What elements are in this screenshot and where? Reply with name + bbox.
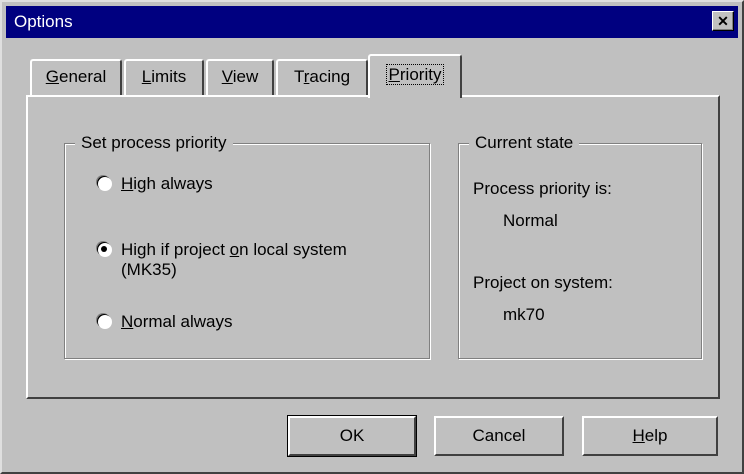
- priority-group: Set process priority High always High if…: [64, 132, 430, 359]
- tab-priority[interactable]: Priority: [368, 54, 462, 98]
- close-icon[interactable]: ✕: [712, 11, 734, 31]
- radio-high-always-label: High always: [121, 174, 213, 194]
- tab-general-label: General: [46, 67, 107, 86]
- radio-high-if-local-system: (MK35): [121, 260, 177, 279]
- priority-group-legend: Set process priority: [75, 132, 233, 154]
- tab-view-accel: V: [221, 67, 233, 86]
- radio-normal-always-accel: N: [121, 312, 134, 331]
- tab-priority-accel: P: [388, 65, 400, 84]
- tab-priority-label: Priority: [385, 64, 445, 85]
- ok-button[interactable]: OK: [287, 415, 417, 457]
- tab-tracing[interactable]: Tracing: [276, 59, 368, 95]
- tab-limits-label: Limits: [142, 67, 186, 86]
- process-priority-value: Normal: [503, 211, 558, 230]
- radio-normal-always[interactable]: Normal always: [97, 312, 232, 332]
- tab-view-label: View: [222, 67, 259, 86]
- radio-high-if-local-rest: n local system: [239, 240, 347, 259]
- cancel-button[interactable]: Cancel: [434, 416, 564, 456]
- current-state-legend: Current state: [469, 132, 580, 154]
- radio-high-if-local-label: High if project on local system (MK35): [121, 240, 347, 280]
- process-priority-label: Process priority is:: [473, 179, 612, 198]
- title-bar[interactable]: Options ✕: [6, 6, 738, 38]
- radio-high-if-local-accel: o: [229, 240, 240, 259]
- tab-view[interactable]: View: [206, 59, 274, 95]
- tab-panel-priority: Set process priority High always High if…: [26, 95, 720, 399]
- window-title: Options: [14, 12, 73, 31]
- radio-normal-always-circle[interactable]: [97, 314, 111, 328]
- tab-limits-rest: imits: [151, 67, 187, 86]
- radio-high-if-local[interactable]: High if project on local system (MK35): [97, 240, 347, 280]
- tab-limits-accel: L: [141, 67, 152, 86]
- radio-normal-always-label: Normal always: [121, 312, 232, 332]
- tab-view-rest: iew: [232, 67, 259, 86]
- radio-high-always-rest: igh always: [133, 174, 213, 193]
- help-rest: elp: [644, 426, 668, 445]
- tab-general[interactable]: General: [30, 59, 122, 95]
- tab-limits[interactable]: Limits: [124, 59, 204, 95]
- radio-high-always[interactable]: High always: [97, 174, 213, 194]
- radio-high-if-local-circle[interactable]: [97, 242, 111, 256]
- help-button[interactable]: Help: [582, 416, 718, 456]
- tab-priority-rest: riority: [399, 65, 442, 84]
- radio-high-always-circle[interactable]: [97, 176, 111, 190]
- tab-tracing-pre: T: [293, 67, 304, 86]
- tab-general-rest: eneral: [58, 67, 107, 86]
- project-system-value: mk70: [503, 305, 545, 324]
- radio-high-if-local-pre: High if project: [121, 240, 230, 259]
- help-accel: H: [632, 426, 645, 445]
- tab-general-accel: G: [45, 67, 59, 86]
- radio-high-always-accel: H: [121, 174, 134, 193]
- tab-tracing-label: Tracing: [294, 67, 350, 86]
- tab-tracing-rest: acing: [309, 67, 351, 86]
- project-system-label: Project on system:: [473, 273, 613, 292]
- radio-normal-always-rest: ormal always: [133, 312, 233, 331]
- current-state-group: Current state Process priority is: Norma…: [458, 132, 702, 359]
